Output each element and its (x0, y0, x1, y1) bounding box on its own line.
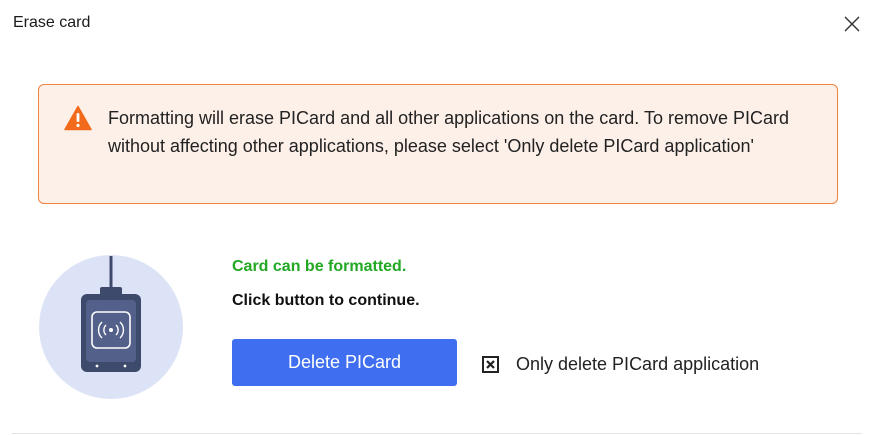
only-delete-label: Only delete PICard application (516, 353, 760, 374)
delete-picard-button[interactable]: Delete PICard (232, 339, 457, 386)
format-status-message: Card can be formatted. (232, 258, 407, 275)
dialog-title: Erase card (13, 14, 91, 31)
warning-banner: Formatting will erase PICard and all oth… (38, 84, 838, 204)
warning-message: Formatting will erase PICard and all oth… (108, 108, 790, 156)
checkbox-checked-icon (486, 359, 495, 369)
erase-card-dialog: Erase card Formatting will erase PICard … (0, 0, 874, 435)
close-icon (844, 16, 860, 32)
only-delete-checkbox[interactable] (482, 355, 499, 373)
bottom-divider (12, 433, 862, 434)
continue-instruction: Click button to continue. (232, 292, 420, 309)
close-button[interactable] (840, 12, 864, 36)
card-reader-icon (39, 255, 183, 399)
warning-triangle-icon (64, 105, 92, 131)
only-delete-option[interactable]: Only delete PICard application (482, 352, 759, 376)
